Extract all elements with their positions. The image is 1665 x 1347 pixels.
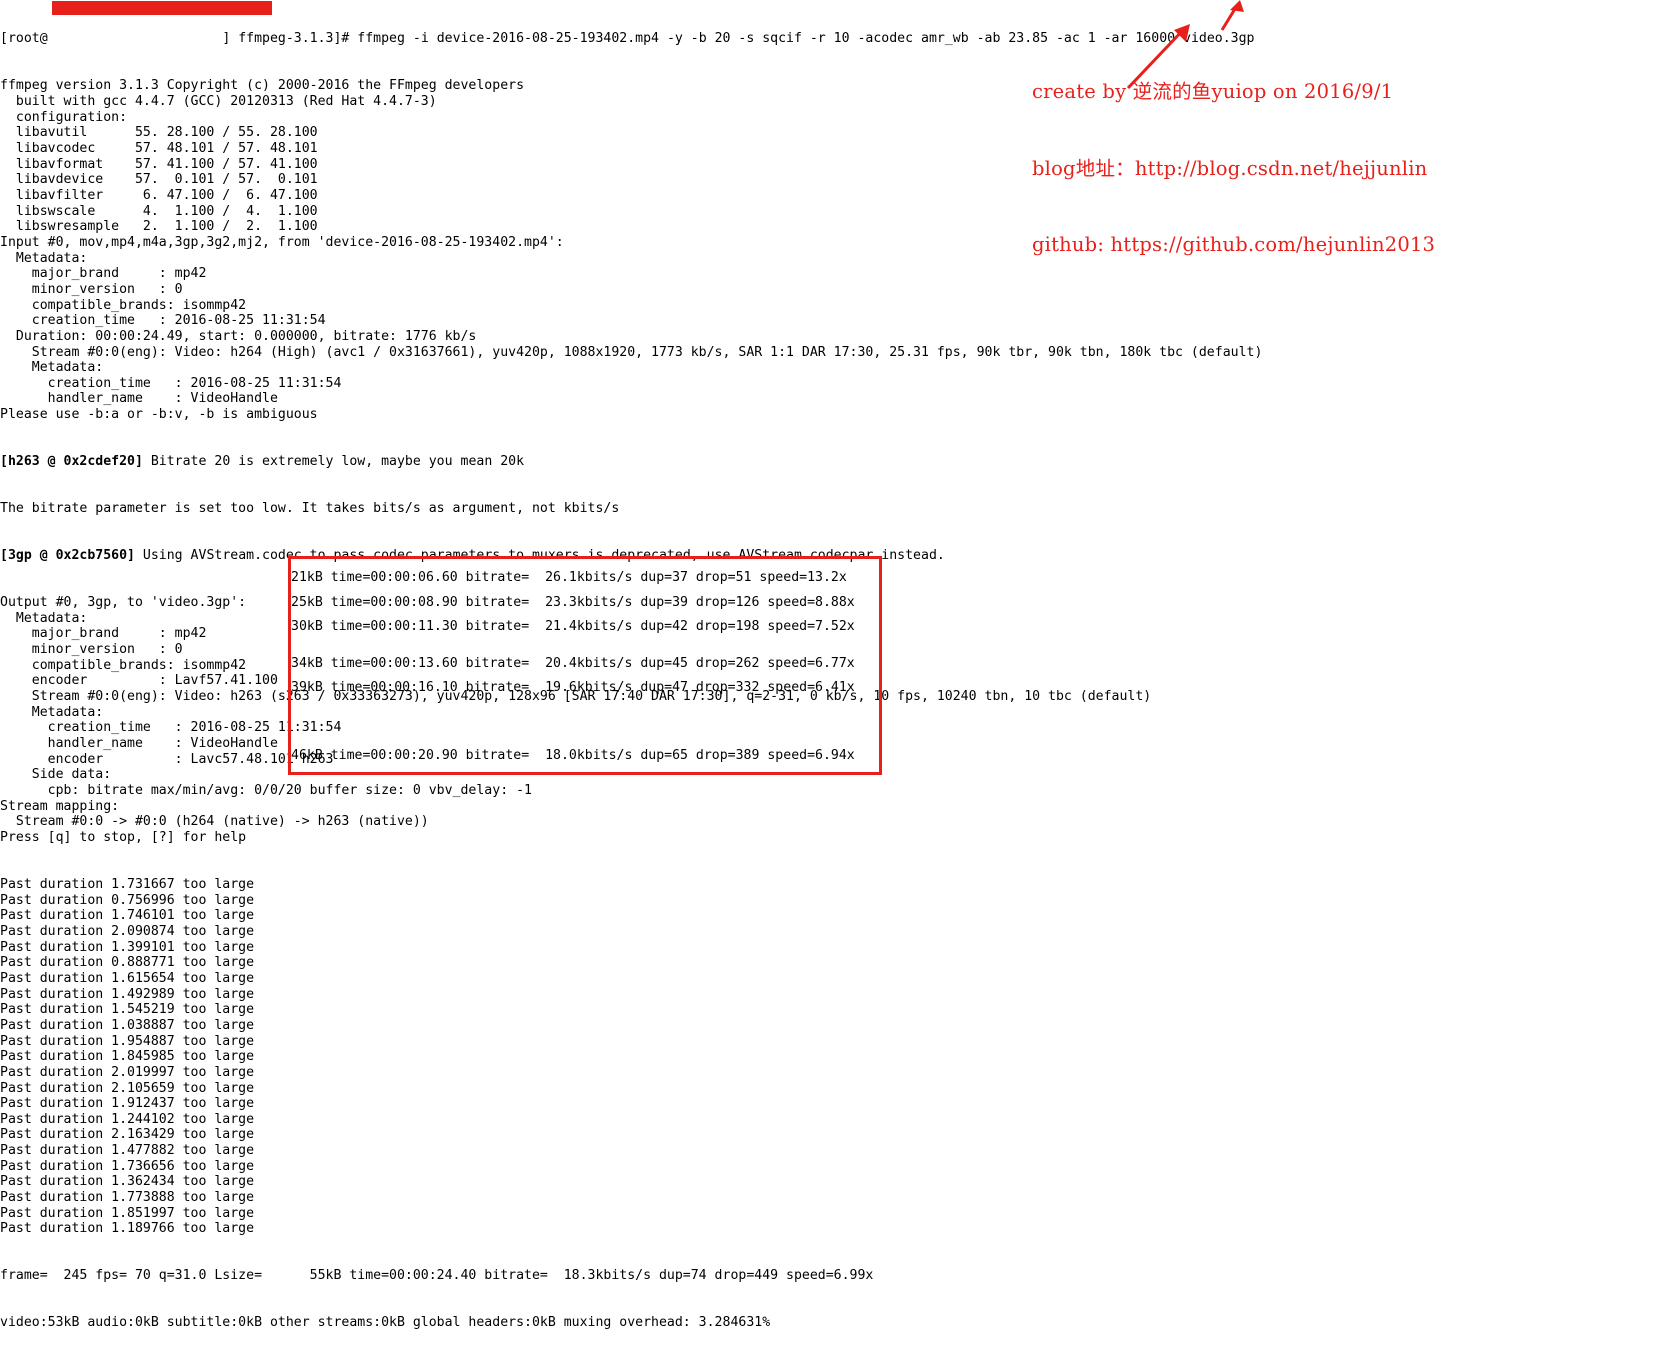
warning-h263-line: [h263 @ 0x2cdef20] Bitrate 20 is extreme… [0,454,1665,470]
past-duration-line: Past duration 1.731667 too large [0,876,255,892]
past-duration-line: Past duration 2.019997 too large [0,1064,255,1080]
past-duration-line: Past duration 1.477882 too large [0,1143,255,1159]
summary-frame-line: frame= 245 fps= 70 q=31.0 Lsize= 55kB ti… [0,1268,874,1284]
terminal-lines-past-duration: Past duration 1.731667 too large Past dur… [0,877,1665,1237]
annotation-line-github: github: https://github.com/hejunlin2013 [1032,233,1436,256]
terminal-line: creation_time : 2016-08-25 11:31:54 [0,313,326,329]
hostname-redacted [48,31,223,46]
warning-3gp-tag: [3gp @ 0x2cb7560] [0,548,135,564]
progress-line: 30kB time=00:00:11.30 bitrate= 21.4kbits… [291,619,855,634]
annotation-line-blog: blog地址：http://blog.csdn.net/hejjunlin [1032,156,1428,180]
past-duration-line: Past duration 0.888771 too large [0,955,255,971]
past-duration-line: Past duration 1.189766 too large [0,1221,255,1237]
progress-line: 25kB time=00:00:08.90 bitrate= 23.3kbits… [291,595,855,610]
past-duration-line: Past duration 1.912437 too large [0,1096,255,1112]
past-duration-line: Past duration 1.736656 too large [0,1158,255,1174]
past-duration-line: Past duration 1.746101 too large [0,908,255,924]
terminal-line: Please use -b:a or -b:v, -b is ambiguous [0,407,318,423]
past-duration-line: Past duration 1.399101 too large [0,939,255,955]
terminal-line: cpb: bitrate max/min/avg: 0/0/20 buffer … [0,783,532,798]
past-duration-line: Past duration 1.545219 too large [0,1002,255,1018]
terminal-line: Side data: [0,767,112,783]
past-duration-line: Past duration 2.090874 too large [0,923,255,939]
warning-3gp-line: [3gp @ 0x2cb7560] Using AVStream.codec t… [0,548,1665,564]
warning-h263-tag: [h263 @ 0x2cdef20] [0,454,143,470]
past-duration-line: Past duration 1.615654 too large [0,970,255,986]
progress-line: 39kB time=00:00:16.10 bitrate= 19.6kbits… [291,680,855,695]
warning-h263-text: Bitrate 20 is extremely low, maybe you m… [142,454,525,470]
past-duration-line: Past duration 1.492989 too large [0,986,255,1002]
terminal-line: creation_time : 2016-08-25 11:31:54 [0,375,342,391]
terminal-line: compatible_brands: isommp42 [0,297,247,313]
past-duration-line: Past duration 1.851997 too large [0,1205,255,1221]
past-duration-line: Past duration 2.163429 too large [0,1127,255,1143]
terminal-line: Metadata: [0,360,104,376]
arrow-up-left-icon [1126,24,1190,90]
terminal-line: Stream mapping: [0,798,120,814]
past-duration-line: Past duration 1.362434 too large [0,1174,255,1190]
summary-video-line: video:53kB audio:0kB subtitle:0kB other … [0,1315,771,1331]
shell-prompt: [root@ [0,31,48,47]
hostname-redaction-bar [52,1,272,15]
past-duration-line: Past duration 1.773888 too large [0,1190,255,1206]
past-duration-line: Past duration 1.845985 too large [0,1049,255,1065]
terminal-line: Stream #0:0(eng): Video: h264 (High) (av… [0,344,1263,360]
terminal-line: minor_version : 0 [0,281,183,297]
terminal-line: Press [q] to stop, [?] for help [0,829,247,845]
warning-bitrate-line: The bitrate parameter is set too low. It… [0,501,620,517]
past-duration-line: Past duration 1.244102 too large [0,1111,255,1127]
past-duration-line: Past duration 1.038887 too large [0,1017,255,1033]
terminal-line: Metadata: [0,704,104,720]
terminal-line: Stream #0:0 -> #0:0 (h264 (native) -> h2… [0,814,429,830]
past-duration-line: Past duration 0.756996 too large [0,892,255,908]
warning-3gp-text: Using AVStream.codec to pass codec param… [134,548,945,564]
terminal-line: Duration: 00:00:24.49, start: 0.000000, … [0,328,477,344]
progress-line: 46kB time=00:00:20.90 bitrate= 18.0kbits… [291,748,855,763]
shell-prompt-tail: ] ffmpeg-3.1.3]# [222,31,358,47]
terminal-line: creation_time : 2016-08-25 11:31:54 [0,720,342,736]
past-duration-line: Past duration 2.105659 too large [0,1080,255,1096]
progress-line: 21kB time=00:00:06.60 bitrate= 26.1kbits… [291,570,847,585]
progress-line: 34kB time=00:00:13.60 bitrate= 20.4kbits… [291,656,855,671]
terminal-line: handler_name : VideoHandle [0,391,278,407]
past-duration-line: Past duration 1.954887 too large [0,1033,255,1049]
